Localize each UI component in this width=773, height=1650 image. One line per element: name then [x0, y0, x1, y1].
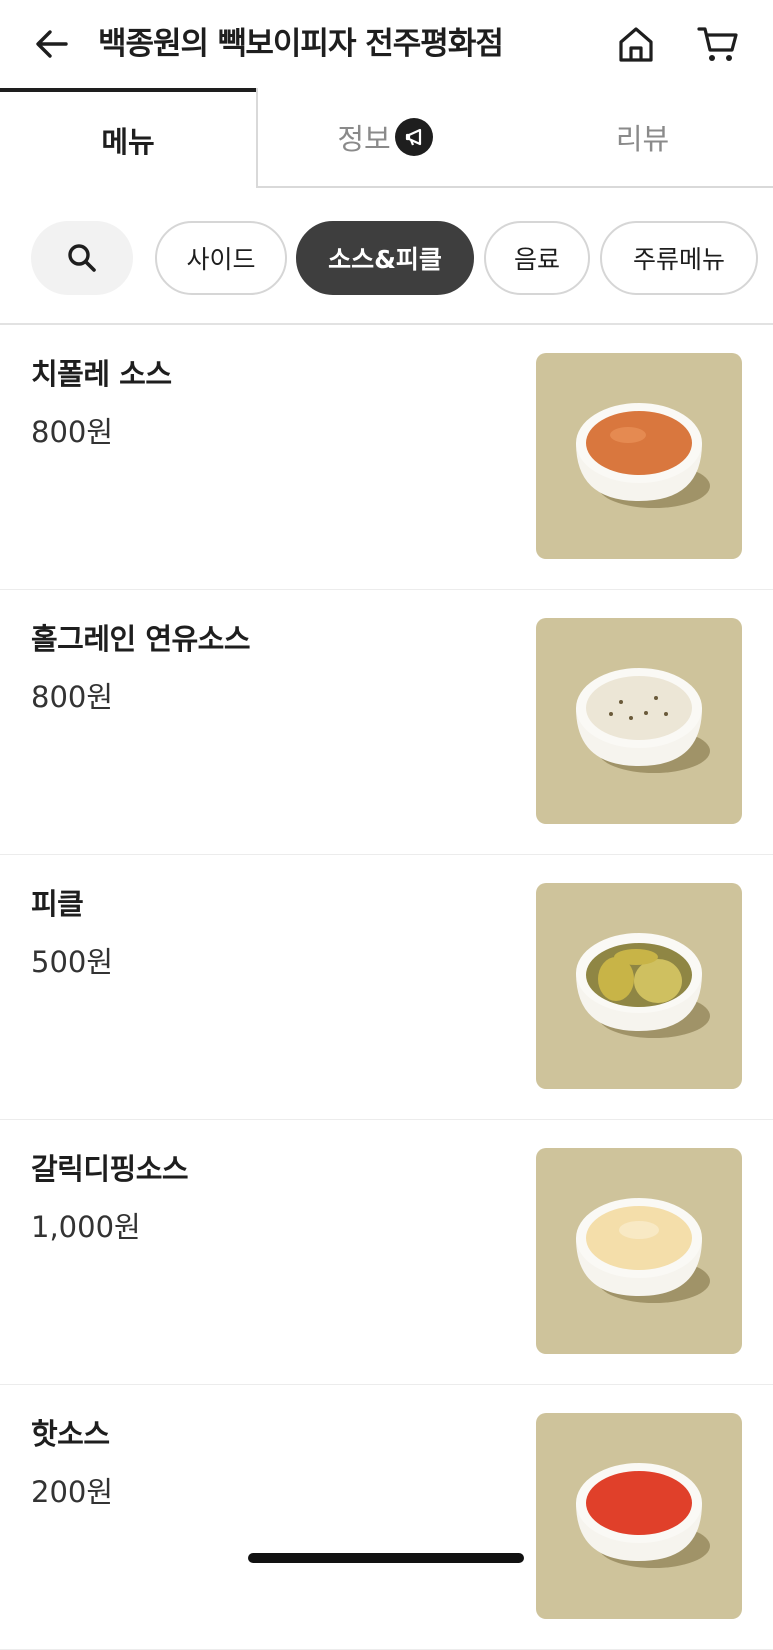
menu-item[interactable]: 홀그레인 연유소스 800원 — [0, 590, 773, 855]
tab-menu[interactable]: 메뉴 — [0, 88, 256, 188]
search-icon — [68, 244, 96, 272]
category-chips: 사이드 소스&피클 음료 주류메뉴 — [0, 218, 773, 298]
home-button[interactable] — [612, 20, 660, 68]
menu-item-name: 치폴레 소스 — [31, 357, 172, 391]
chip-sauce-pickle-label: 소스&피클 — [328, 245, 442, 274]
search-button[interactable] — [31, 221, 133, 295]
menu-item-name: 홀그레인 연유소스 — [31, 622, 251, 656]
chip-alcohol-label: 주류메뉴 — [632, 245, 725, 274]
chip-side-label: 사이드 — [186, 245, 256, 274]
tab-info[interactable]: 정보 — [256, 88, 512, 188]
menu-item-name: 갈릭디핑소스 — [31, 1152, 189, 1186]
menu-item-image[interactable] — [536, 1148, 742, 1354]
menu-item[interactable]: 핫소스 200원 — [0, 1385, 773, 1650]
tab-bar: 메뉴 정보 리뷰 — [0, 88, 773, 190]
menu-item-image[interactable] — [536, 618, 742, 824]
home-icon — [619, 27, 653, 62]
chip-alcohol[interactable]: 주류메뉴 — [600, 221, 758, 295]
chip-drinks[interactable]: 음료 — [484, 221, 590, 295]
arrow-left-icon — [36, 30, 68, 58]
chip-sauce-pickle[interactable]: 소스&피클 — [296, 221, 474, 295]
cart-button[interactable] — [694, 20, 742, 68]
chip-drinks-label: 음료 — [513, 245, 560, 274]
app-header: 백종원의 빽보이피자 전주평화점 — [0, 0, 773, 88]
home-indicator[interactable] — [248, 1553, 524, 1563]
tab-info-label: 정보 — [337, 122, 391, 156]
chip-side[interactable]: 사이드 — [155, 221, 287, 295]
menu-item-image[interactable] — [536, 353, 742, 559]
menu-item[interactable]: 피클 500원 — [0, 855, 773, 1120]
menu-item[interactable]: 갈릭디핑소스 1,000원 — [0, 1120, 773, 1385]
menu-item-name: 핫소스 — [31, 1417, 110, 1451]
menu-item[interactable]: 치폴레 소스 800원 — [0, 325, 773, 590]
menu-list: 치폴레 소스 800원 홀그레인 연유소스 800원 피클 500원 갈릭디핑소… — [0, 325, 773, 1650]
store-title: 백종원의 빽보이피자 전주평화점 — [98, 26, 504, 62]
menu-item-price: 1,000원 — [31, 1210, 141, 1244]
menu-item-price: 500원 — [31, 945, 114, 979]
cart-icon — [697, 27, 738, 61]
tab-menu-label: 메뉴 — [101, 125, 155, 159]
menu-item-price: 800원 — [31, 680, 114, 714]
menu-item-image[interactable] — [536, 883, 742, 1089]
back-button[interactable] — [28, 20, 76, 68]
menu-item-name: 피클 — [31, 887, 84, 921]
menu-item-image[interactable] — [536, 1413, 742, 1619]
menu-item-price: 200원 — [31, 1475, 114, 1509]
megaphone-icon — [394, 118, 433, 156]
tab-review[interactable]: 리뷰 — [512, 88, 773, 188]
menu-item-price: 800원 — [31, 415, 114, 449]
tab-review-label: 리뷰 — [615, 122, 670, 156]
